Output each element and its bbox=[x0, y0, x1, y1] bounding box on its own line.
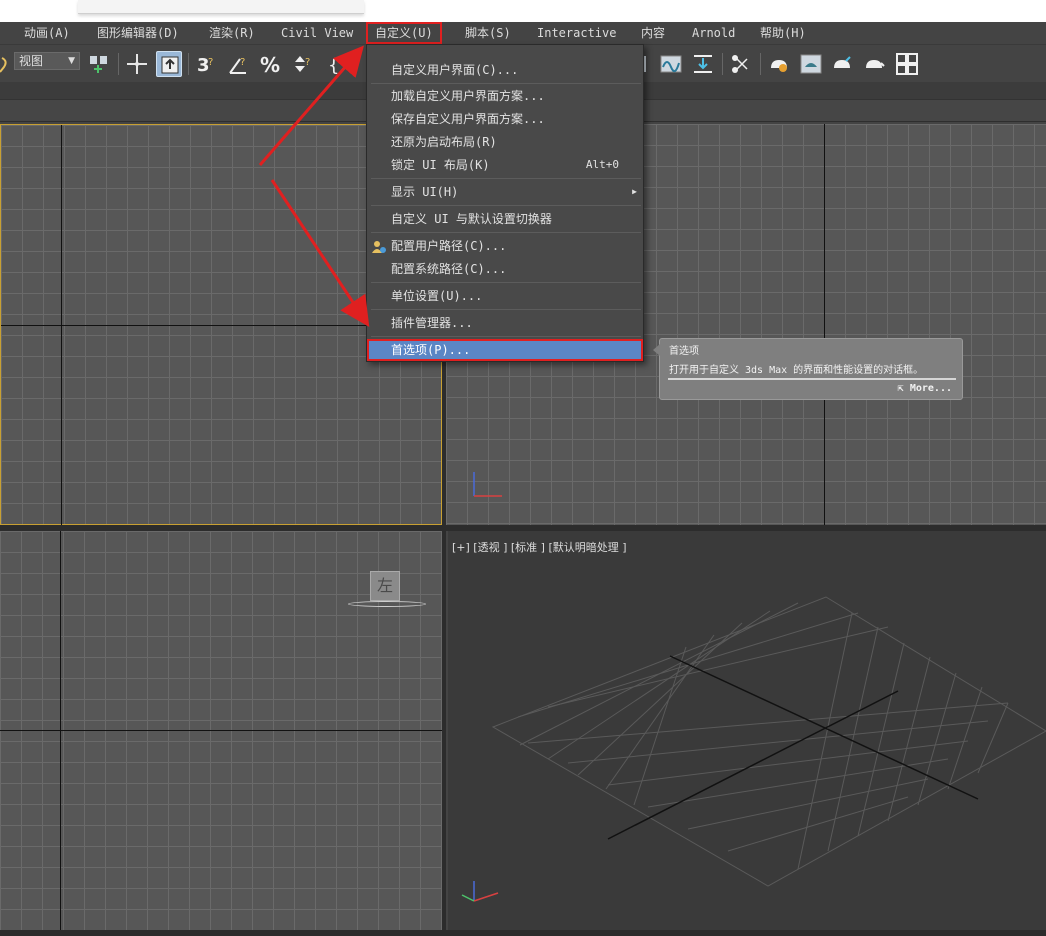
toolbar-separator bbox=[188, 53, 189, 75]
percent-snap-icon[interactable]: % bbox=[258, 51, 284, 77]
preferences-tooltip: 首选项 打开用于自定义 3ds Max 的界面和性能设置的对话框。 ⇱ More… bbox=[653, 338, 963, 400]
menu-item-customize-ui[interactable]: 自定义用户界面(C)... bbox=[367, 59, 643, 81]
render-production-icon[interactable] bbox=[830, 51, 856, 77]
viewcube-ring[interactable] bbox=[348, 601, 426, 607]
menu-item-label: 自定义用户界面(C)... bbox=[391, 63, 519, 77]
tooltip-description: 打开用于自定义 3ds Max 的界面和性能设置的对话框。 bbox=[669, 365, 924, 376]
menu-item-show-ui[interactable]: 显示 UI(H) ▶ bbox=[367, 181, 643, 203]
window-tab-edge bbox=[78, 0, 364, 14]
svg-text:?: ? bbox=[305, 57, 310, 68]
menu-item-lock-ui-layout[interactable]: 锁定 UI 布局(K) Alt+0 bbox=[367, 154, 643, 176]
customize-dropdown-menu: 自定义用户界面(C)... 加载自定义用户界面方案... 保存自定义用户界面方案… bbox=[366, 44, 644, 362]
menu-item-configure-system-paths[interactable]: 配置系统路径(C)... bbox=[367, 258, 643, 280]
pivot-center-icon[interactable] bbox=[86, 51, 112, 77]
tooltip-pointer bbox=[653, 344, 660, 356]
viewport-divider-horizontal[interactable] bbox=[0, 525, 1046, 531]
user-paths-icon bbox=[372, 241, 386, 253]
menu-item-label: 首选项(P)... bbox=[391, 343, 471, 357]
tooltip-divider bbox=[668, 378, 956, 380]
menu-item-label: 配置系统路径(C)... bbox=[391, 262, 507, 276]
menu-item-label: 显示 UI(H) bbox=[391, 185, 459, 199]
menu-animation[interactable]: 动画(A) bbox=[24, 22, 70, 44]
toolbar-separator bbox=[118, 53, 119, 75]
viewport-perspective[interactable] bbox=[448, 531, 1046, 930]
axis-tripod-icon bbox=[473, 472, 502, 497]
spinner-snap-icon[interactable]: ? bbox=[290, 51, 316, 77]
svg-text:{: { bbox=[328, 55, 339, 76]
menu-item-label: 自定义 UI 与默认设置切换器 bbox=[391, 212, 552, 226]
schematic-view-icon[interactable] bbox=[690, 51, 716, 77]
menu-graph-editors[interactable]: 图形编辑器(D) bbox=[97, 22, 179, 44]
menu-arnold[interactable]: Arnold bbox=[692, 22, 735, 44]
render-setup-icon[interactable] bbox=[766, 51, 792, 77]
menu-item-shortcut: Alt+0 bbox=[585, 158, 619, 171]
menu-item-label: 插件管理器... bbox=[391, 316, 473, 330]
menu-item-label: 锁定 UI 布局(K) bbox=[391, 158, 490, 172]
viewcube-face-label: 左 bbox=[376, 576, 393, 595]
svg-text:?: ? bbox=[208, 57, 213, 68]
external-link-icon: ⇱ bbox=[897, 383, 910, 394]
snaps-toggle-icon[interactable]: 3? bbox=[194, 51, 220, 77]
reference-coordinate-select[interactable]: 视图 ▼ bbox=[14, 52, 80, 70]
menu-civil-view[interactable]: Civil View bbox=[281, 22, 353, 44]
render-iterative-icon[interactable] bbox=[862, 51, 888, 77]
menu-separator bbox=[371, 232, 641, 233]
menu-item-revert-startup-layout[interactable]: 还原为启动布局(R) bbox=[367, 131, 643, 153]
menu-item-save-ui-scheme[interactable]: 保存自定义用户界面方案... bbox=[367, 108, 643, 130]
angle-snap-icon[interactable]: ? bbox=[226, 51, 252, 77]
toolbar-separator bbox=[760, 53, 761, 75]
menu-separator bbox=[371, 205, 641, 206]
reference-coordinate-value: 视图 bbox=[19, 54, 44, 68]
menu-item-load-ui-scheme[interactable]: 加载自定义用户界面方案... bbox=[367, 85, 643, 107]
menu-scripting[interactable]: 脚本(S) bbox=[465, 22, 511, 44]
svg-text:%: % bbox=[260, 53, 280, 77]
menu-interactive[interactable]: Interactive bbox=[537, 22, 616, 44]
chevron-down-icon: ▼ bbox=[68, 56, 75, 66]
material-editor-icon[interactable] bbox=[728, 51, 754, 77]
menu-item-plugin-manager[interactable]: 插件管理器... bbox=[367, 312, 643, 334]
submenu-arrow-icon: ▶ bbox=[632, 187, 637, 196]
toolbar-separator bbox=[722, 53, 723, 75]
menu-separator bbox=[371, 309, 641, 310]
tooltip-more-link[interactable]: ⇱ More... bbox=[898, 383, 952, 394]
menu-item-label: 还原为启动布局(R) bbox=[391, 135, 497, 149]
curve-editor-icon[interactable] bbox=[658, 51, 684, 77]
menu-customize[interactable]: 自定义(U) bbox=[366, 22, 442, 44]
keyboard-shortcut-toggle-icon[interactable] bbox=[156, 51, 182, 77]
viewcube[interactable]: 左 bbox=[370, 571, 400, 601]
menu-item-label: 配置用户路径(C)... bbox=[391, 239, 507, 253]
menu-content[interactable]: 内容 bbox=[641, 22, 665, 44]
axis-tripod-icon bbox=[461, 881, 499, 902]
menu-item-units-setup[interactable]: 单位设置(U)... bbox=[367, 285, 643, 307]
menu-item-ui-defaults-switcher[interactable]: 自定义 UI 与默认设置切换器 bbox=[367, 208, 643, 230]
viewport-label[interactable]: [+] [透视 ] [标准 ] [默认明暗处理 ] bbox=[452, 539, 627, 555]
menu-item-configure-user-paths[interactable]: 配置用户路径(C)... bbox=[367, 235, 643, 257]
svg-text:?: ? bbox=[240, 57, 245, 68]
menu-separator bbox=[371, 178, 641, 179]
menu-separator bbox=[371, 83, 641, 84]
top-strip bbox=[0, 0, 1046, 22]
tooltip-title: 首选项 bbox=[669, 346, 699, 357]
menu-rendering[interactable]: 渲染(R) bbox=[209, 22, 255, 44]
rendered-frame-window-icon[interactable] bbox=[798, 51, 824, 77]
grid-axis bbox=[0, 730, 442, 731]
named-selection-icon[interactable]: { bbox=[326, 51, 352, 77]
select-filter-icon[interactable] bbox=[0, 51, 12, 77]
tooltip-more-label: More... bbox=[909, 383, 952, 394]
menu-bar: 动画(A) 图形编辑器(D) 渲染(R) Civil View 自定义(U) 脚… bbox=[0, 22, 1046, 44]
grid-axis bbox=[824, 124, 825, 525]
viewport-left[interactable]: 左 bbox=[0, 531, 442, 930]
menu-item-label: 单位设置(U)... bbox=[391, 289, 483, 303]
select-manipulate-icon[interactable] bbox=[124, 51, 150, 77]
menu-separator bbox=[371, 282, 641, 283]
render-grid-icon[interactable] bbox=[894, 51, 920, 77]
perspective-grid bbox=[491, 596, 1046, 887]
menu-help[interactable]: 帮助(H) bbox=[760, 22, 806, 44]
menu-separator bbox=[371, 336, 641, 337]
viewport-bottom-edge bbox=[0, 930, 1046, 936]
menu-item-preferences[interactable]: 首选项(P)... bbox=[367, 339, 643, 361]
menu-item-label: 保存自定义用户界面方案... bbox=[391, 112, 545, 126]
menu-item-label: 加载自定义用户界面方案... bbox=[391, 89, 545, 103]
